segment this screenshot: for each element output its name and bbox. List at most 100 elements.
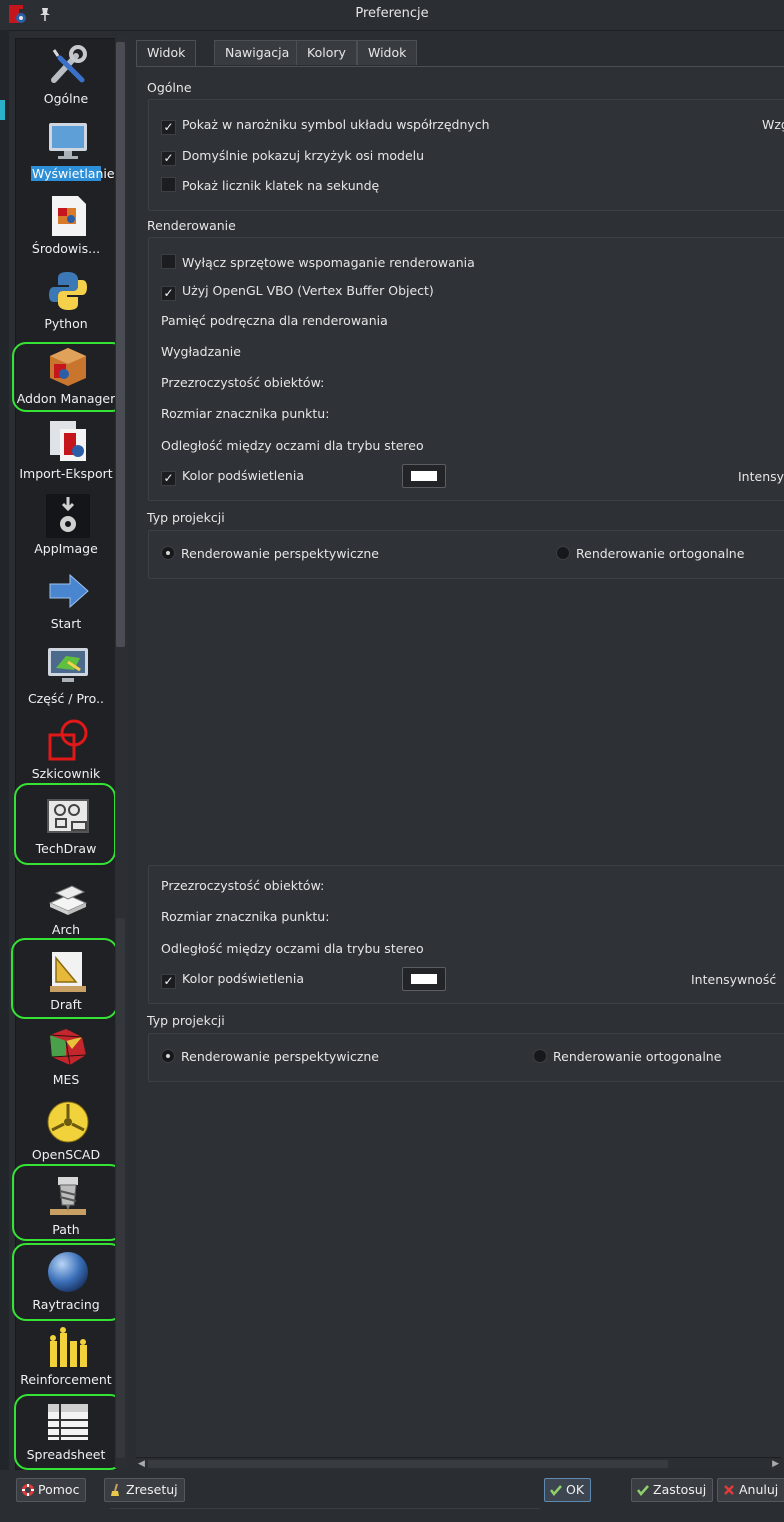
ok-check-icon xyxy=(550,1485,562,1496)
sidebar-item-appimage[interactable]: AppImage xyxy=(16,489,116,564)
intensity-label: Intensywność xyxy=(691,972,777,987)
sidebar-item-workbenches[interactable]: Środowis... xyxy=(16,189,116,264)
sidebar-item-arch[interactable]: Arch xyxy=(16,870,116,945)
scroll-right-icon[interactable]: ▶ xyxy=(769,1459,779,1469)
highlight-color-button[interactable] xyxy=(402,967,446,991)
tab-mesh-view[interactable]: Widok siatki xyxy=(357,40,418,84)
lifebuoy-icon xyxy=(22,1484,34,1496)
check-icon xyxy=(637,1485,649,1496)
dialog-button-bar: Pomoc Zresetuj OK Zastosuj Anuluj xyxy=(0,1470,784,1522)
sidebar-item-openscad[interactable]: OpenSCAD xyxy=(16,1095,116,1170)
apply-button[interactable]: Zastosuj xyxy=(631,1478,714,1502)
checkbox-label: Pokaż w narożniku symbol układu współrzę… xyxy=(182,117,490,132)
addon-box-icon xyxy=(50,348,86,386)
default-axis-cross-checkbox[interactable]: ✓ Domyślnie pokazuj krzyżyk osi modelu xyxy=(161,148,424,166)
sidebar-item-sketcher[interactable]: Szkicownik xyxy=(16,714,116,789)
sidebar-item-addon-manager[interactable]: Addon Manager xyxy=(16,339,116,414)
radio-unselected[interactable] xyxy=(533,1049,547,1063)
sidebar-item-import-export[interactable]: Import-Eksport xyxy=(16,414,116,489)
background-accent xyxy=(0,100,5,120)
show-fps-checkbox[interactable]: Pokaż licznik klatek na sekundę xyxy=(161,177,379,193)
highlight-color-checkbox[interactable]: ✓ Kolor podświetlenia xyxy=(161,468,304,486)
transparency-label: Przezroczystość obiektów: xyxy=(161,375,325,390)
sidebar-item-general[interactable]: Ogólne xyxy=(16,39,116,114)
sidebar-item-label: Część / Pro.. xyxy=(27,691,105,706)
checkbox-checked[interactable]: ✓ xyxy=(161,151,176,166)
sidebar-item-raytracing[interactable]: Raytracing xyxy=(16,1245,116,1320)
radio-label: Renderowanie ortogonalne xyxy=(576,546,745,561)
preferences-page-list[interactable]: Ogólne Wyświetlanie Środowis... Python A… xyxy=(11,38,126,1470)
ok-button[interactable]: OK xyxy=(544,1478,592,1502)
sidebar-item-display[interactable]: Wyświetlanie xyxy=(16,114,116,189)
content-horizontal-scrollbar[interactable]: ◀ ▶ xyxy=(136,1457,781,1470)
button-label: Anuluj xyxy=(739,1482,779,1497)
tab-3d-view[interactable]: Widok 3D xyxy=(136,40,197,84)
techdraw-icon xyxy=(47,799,89,833)
background-window-edge xyxy=(0,30,9,1470)
marker-size-label: Rozmiar znacznika punktu: xyxy=(161,909,330,924)
transparency-label: Przezroczystość obiektów: xyxy=(161,878,325,893)
cancel-x-icon xyxy=(724,1485,734,1495)
checkbox-checked[interactable]: ✓ xyxy=(161,471,176,486)
tab-colors[interactable]: Kolory xyxy=(296,40,357,65)
openscad-icon xyxy=(47,1101,89,1143)
radio-label: Renderowanie ortogonalne xyxy=(553,1049,722,1064)
button-label: Zastosuj xyxy=(653,1482,707,1497)
button-label: OK xyxy=(566,1482,585,1497)
scrollbar-thumb[interactable] xyxy=(116,42,125,647)
radio-label: Renderowanie perspektywiczne xyxy=(181,546,379,561)
monitor-icon xyxy=(49,123,87,159)
orthographic-radio[interactable]: Renderowanie ortogonalne xyxy=(556,546,744,561)
sidebar-item-fem[interactable]: MES xyxy=(16,1020,116,1095)
help-button[interactable]: Pomoc xyxy=(16,1478,87,1502)
tab-navigation[interactable]: Nawigacja xyxy=(214,40,301,65)
show-axis-cross-checkbox[interactable]: ✓ Pokaż w narożniku symbol układu współrz… xyxy=(161,117,490,135)
checkbox-unchecked[interactable] xyxy=(161,254,176,269)
highlight-color-button[interactable] xyxy=(402,464,446,488)
checkbox-label: Kolor podświetlenia xyxy=(182,468,304,483)
cut-off-label: Wzg xyxy=(762,117,784,132)
scroll-left-icon[interactable]: ◀ xyxy=(138,1459,148,1469)
sidebar-item-start[interactable]: Start xyxy=(16,564,116,639)
checkbox-label: Wyłącz sprzętowe wspomaganie renderowani… xyxy=(182,255,475,270)
group-title-rendering: Renderowanie xyxy=(147,218,236,233)
perspective-radio[interactable]: Renderowanie perspektywiczne xyxy=(161,546,379,561)
checkbox-checked[interactable]: ✓ xyxy=(161,286,176,301)
sidebar-item-spreadsheet[interactable]: Spreadsheet xyxy=(16,1395,116,1470)
scrollbar-thumb[interactable] xyxy=(148,1460,668,1468)
part-design-icon xyxy=(48,648,88,682)
sidebar-scrollbar[interactable] xyxy=(115,38,127,1468)
highlight-color-checkbox[interactable]: ✓ Kolor podświetlenia xyxy=(161,971,304,989)
checkbox-checked[interactable]: ✓ xyxy=(161,974,176,989)
checkbox-unchecked[interactable] xyxy=(161,177,176,192)
window-title: Preferencje xyxy=(355,6,429,21)
arrow-right-icon xyxy=(49,573,89,609)
cancel-button[interactable]: Anuluj xyxy=(717,1478,784,1502)
sidebar-item-part-design[interactable]: Część / Pro.. xyxy=(16,639,116,714)
disable-hw-acceleration-checkbox[interactable]: Wyłącz sprzętowe wspomaganie renderowani… xyxy=(161,254,475,270)
import-export-icon xyxy=(50,421,86,461)
sidebar-item-draft[interactable]: Draft xyxy=(16,945,116,1020)
sidebar-item-label: Raytracing xyxy=(32,1297,100,1312)
render-cache-label: Pamięć podręczna dla renderowania xyxy=(161,313,388,328)
sidebar-item-label: AppImage xyxy=(34,541,98,556)
radio-selected[interactable] xyxy=(161,1049,175,1063)
radio-unselected[interactable] xyxy=(556,546,570,560)
reinforcement-icon xyxy=(50,1327,87,1367)
sidebar-item-techdraw[interactable]: TechDraw xyxy=(16,789,116,864)
use-vbo-checkbox[interactable]: ✓ Użyj OpenGL VBO (Vertex Buffer Object) xyxy=(161,283,434,301)
perspective-radio[interactable]: Renderowanie perspektywiczne xyxy=(161,1049,379,1064)
orthographic-radio[interactable]: Renderowanie ortogonalne xyxy=(533,1049,721,1064)
eye-distance-label: Odległość między oczami dla trybu stereo xyxy=(161,941,424,956)
sidebar-item-reinforcement[interactable]: Reinforcement xyxy=(16,1320,116,1395)
sidebar-item-label: Spreadsheet xyxy=(26,1447,106,1462)
sidebar-item-python[interactable]: Python xyxy=(16,264,116,339)
button-label: Pomoc xyxy=(38,1482,80,1497)
checkbox-checked[interactable]: ✓ xyxy=(161,120,176,135)
sidebar-item-label: Reinforcement xyxy=(20,1372,112,1387)
sidebar-item-path[interactable]: Path xyxy=(16,1170,116,1245)
checkbox-label: Użyj OpenGL VBO (Vertex Buffer Object) xyxy=(182,283,434,298)
radio-selected[interactable] xyxy=(161,546,175,560)
reset-button[interactable]: Zresetuj xyxy=(104,1478,185,1502)
workbench-icon xyxy=(52,196,86,236)
